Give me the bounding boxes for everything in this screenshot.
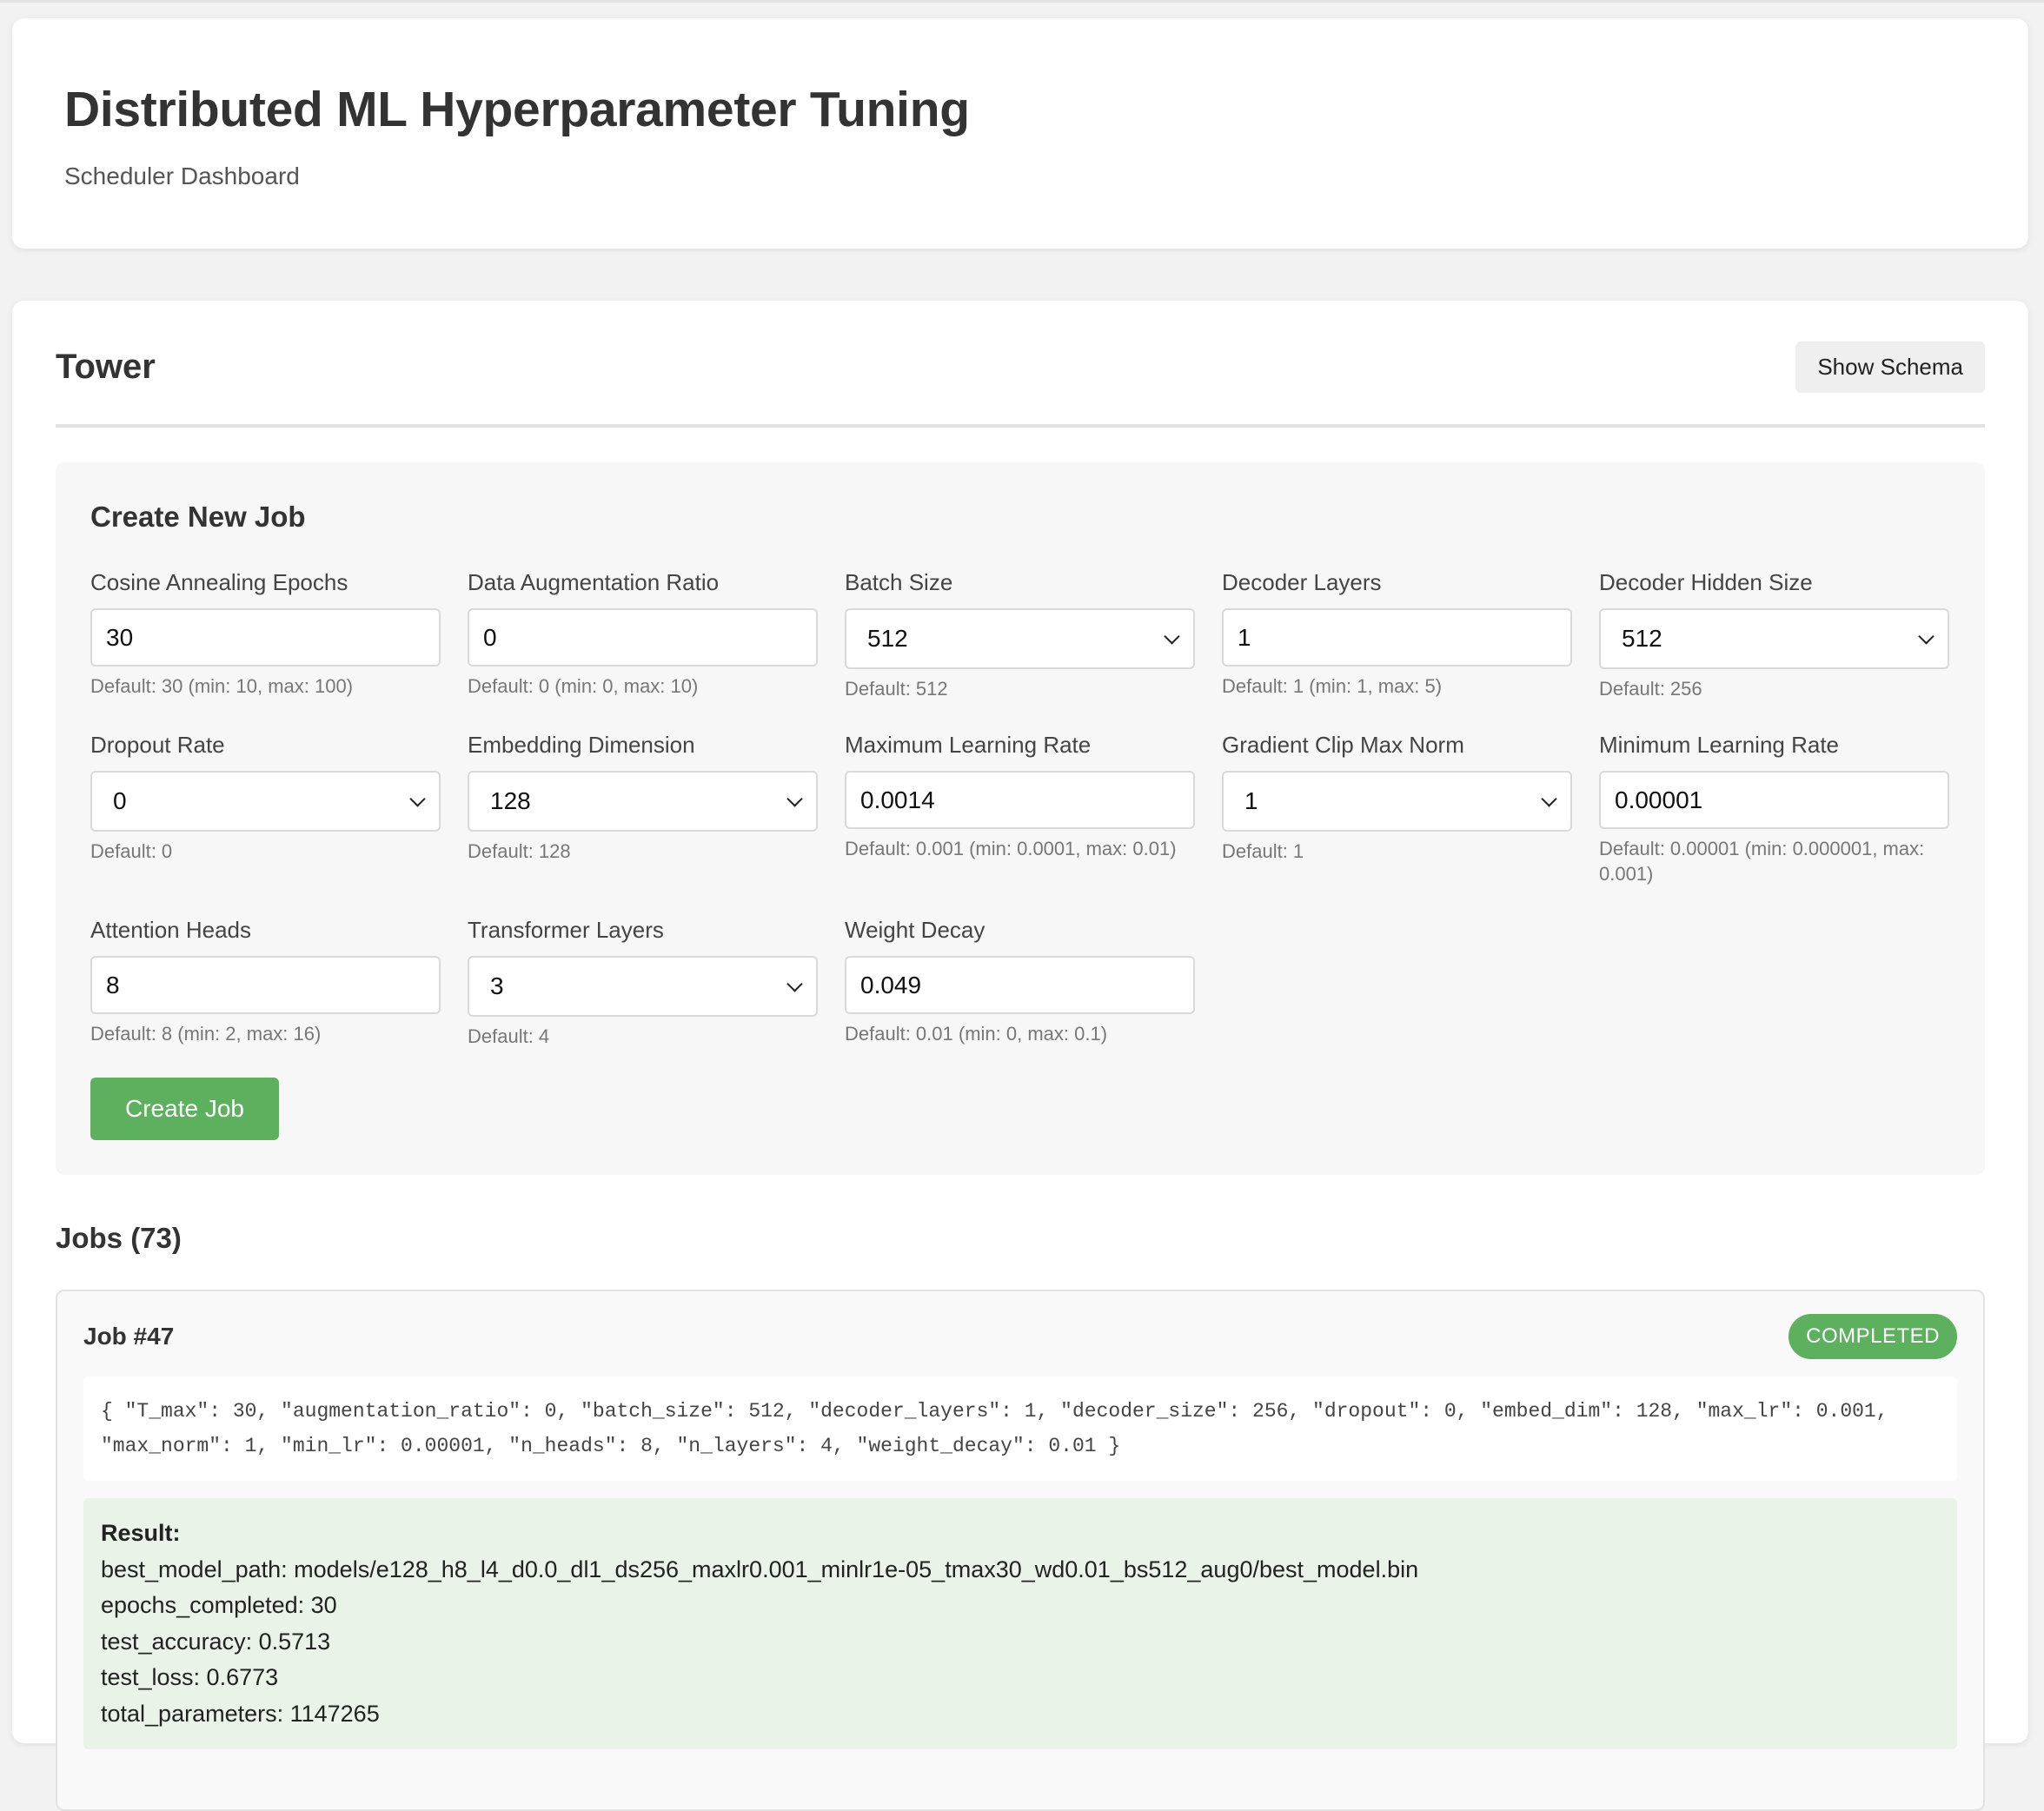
field-label: Weight Decay bbox=[845, 917, 986, 943]
field-value: 0.0014 bbox=[860, 786, 935, 813]
field-label: Attention Heads bbox=[90, 917, 252, 943]
field-hint: Default: 1 bbox=[1222, 840, 1304, 862]
top-border bbox=[0, 0, 2044, 3]
form-fields-grid: Cosine Annealing Epochs 30 Default: 30 (mi… bbox=[90, 567, 1950, 1062]
field-minimum-learning-rate: Minimum Learning Rate 0.00001 Default: 0.0… bbox=[1599, 729, 1949, 914]
chevron-down-icon bbox=[786, 791, 803, 807]
field-dropout-rate: Dropout Rate 0 Default: 0 bbox=[90, 729, 441, 914]
field-decoder-hidden-size: Decoder Hidden Size 512 Default: 256 bbox=[1599, 567, 1949, 729]
field-value: 8 bbox=[106, 971, 120, 998]
field-hint: Default: 0 (min: 0, max: 10) bbox=[468, 675, 699, 697]
result-line: best_model_path: models/e128_h8_l4_d0.0_… bbox=[101, 1556, 1419, 1582]
job-card: Job #47 COMPLETED { "T_max": 30, "augmen… bbox=[56, 1290, 1985, 1811]
field-value: 512 bbox=[1622, 625, 1662, 652]
field-value: 0.049 bbox=[860, 971, 922, 998]
field-label: Embedding Dimension bbox=[468, 732, 695, 758]
field-hint: Default: 4 bbox=[468, 1025, 550, 1047]
field-attention-heads: Attention Heads 8 Default: 8 (min: 2, max:… bbox=[90, 914, 441, 1062]
weight-decay-input[interactable]: 0.049 bbox=[845, 956, 1195, 1014]
embedding-dimension-select[interactable]: 128 bbox=[468, 771, 818, 832]
field-cosine-annealing-epochs: Cosine Annealing Epochs 30 Default: 30 (mi… bbox=[90, 567, 441, 729]
field-embedding-dimension: Embedding Dimension 128 Default: 128 bbox=[468, 729, 818, 914]
field-gradient-clip-max-norm: Gradient Clip Max Norm 1 Default: 1 bbox=[1222, 729, 1572, 914]
jobs-heading: Jobs (73) bbox=[56, 1222, 182, 1254]
field-data-augmentation-ratio: Data Augmentation Ratio 0 Default: 0 (min:… bbox=[468, 567, 818, 729]
field-hint: Default: 0 bbox=[90, 840, 173, 862]
field-maximum-learning-rate: Maximum Learning Rate 0.0014 Default: 0.00… bbox=[845, 729, 1195, 914]
field-label: Gradient Clip Max Norm bbox=[1222, 732, 1464, 758]
field-label: Minimum Learning Rate bbox=[1599, 732, 1840, 758]
job-title: Job #47 bbox=[83, 1323, 175, 1350]
field-label: Maximum Learning Rate bbox=[845, 732, 1092, 758]
result-line: test_accuracy: 0.5713 bbox=[101, 1628, 331, 1655]
maximum-learning-rate-input[interactable]: 0.0014 bbox=[845, 771, 1195, 829]
field-label: Dropout Rate bbox=[90, 732, 225, 758]
field-batch-size: Batch Size 512 Default: 512 bbox=[845, 567, 1195, 729]
chevron-down-icon bbox=[409, 791, 426, 807]
field-value: 512 bbox=[867, 625, 908, 652]
field-hint: Default: 30 (min: 10, max: 100) bbox=[90, 675, 354, 697]
chevron-down-icon bbox=[1918, 628, 1934, 645]
field-transformer-layers: Transformer Layers 3 Default: 4 bbox=[468, 914, 818, 1062]
field-hint: Default: 8 (min: 2, max: 16) bbox=[90, 1023, 322, 1045]
field-label: Cosine Annealing Epochs bbox=[90, 569, 348, 595]
field-value: 0 bbox=[483, 623, 497, 651]
field-label: Batch Size bbox=[845, 569, 953, 595]
field-label: Decoder Hidden Size bbox=[1599, 569, 1813, 595]
batch-size-select[interactable]: 512 bbox=[845, 608, 1195, 669]
field-hint: Default: 128 bbox=[468, 840, 571, 862]
gradient-clip-max-norm-select[interactable]: 1 bbox=[1222, 771, 1572, 832]
job-params: { "T_max": 30, "augmentation_ratio": 0, … bbox=[83, 1376, 1957, 1481]
result-line: total_parameters: 1147265 bbox=[101, 1700, 380, 1727]
page-title: Distributed ML Hyperparameter Tuning bbox=[64, 82, 970, 137]
chevron-down-icon bbox=[1541, 791, 1557, 807]
form-title: Create New Job bbox=[90, 501, 306, 533]
field-label: Decoder Layers bbox=[1222, 569, 1382, 595]
dropout-rate-select[interactable]: 0 bbox=[90, 771, 441, 832]
field-hint: Default: 0.00001 (min: 0.000001, max: 0.… bbox=[1599, 838, 1925, 885]
field-label: Data Augmentation Ratio bbox=[468, 569, 720, 595]
field-value: 128 bbox=[490, 787, 531, 814]
chevron-down-icon bbox=[1164, 628, 1180, 645]
field-value: 3 bbox=[490, 972, 504, 999]
field-value: 1 bbox=[1244, 787, 1258, 814]
field-weight-decay: Weight Decay 0.049 Default: 0.01 (min: 0, … bbox=[845, 914, 1195, 1062]
result-title: Result: bbox=[101, 1520, 181, 1546]
transformer-layers-select[interactable]: 3 bbox=[468, 956, 818, 1017]
result-line: test_loss: 0.6773 bbox=[101, 1664, 279, 1690]
field-value: 0 bbox=[113, 787, 127, 814]
section-header: Tower Show Schema bbox=[56, 301, 1985, 428]
cosine-annealing-epochs-input[interactable]: 30 bbox=[90, 608, 441, 667]
header-card: Distributed ML Hyperparameter Tuning Sch… bbox=[12, 18, 2028, 249]
result-line: epochs_completed: 30 bbox=[101, 1592, 337, 1618]
status-badge: COMPLETED bbox=[1788, 1314, 1957, 1359]
page-subtitle: Scheduler Dashboard bbox=[64, 163, 300, 189]
decoder-layers-input[interactable]: 1 bbox=[1222, 608, 1572, 667]
minimum-learning-rate-input[interactable]: 0.00001 bbox=[1599, 771, 1949, 829]
attention-heads-input[interactable]: 8 bbox=[90, 956, 441, 1014]
show-schema-button[interactable]: Show Schema bbox=[1795, 341, 1985, 393]
field-decoder-layers: Decoder Layers 1 Default: 1 (min: 1, max: … bbox=[1222, 567, 1572, 729]
field-value: 1 bbox=[1238, 623, 1251, 651]
data-augmentation-ratio-input[interactable]: 0 bbox=[468, 608, 818, 667]
field-label: Transformer Layers bbox=[468, 917, 664, 943]
section-title: Tower bbox=[56, 347, 156, 386]
decoder-hidden-size-select[interactable]: 512 bbox=[1599, 608, 1949, 669]
create-job-button[interactable]: Create Job bbox=[90, 1078, 279, 1140]
create-job-form: Create New Job Cosine Annealing Epochs 30… bbox=[56, 462, 1985, 1175]
field-hint: Default: 1 (min: 1, max: 5) bbox=[1222, 675, 1443, 697]
field-hint: Default: 0.01 (min: 0, max: 0.1) bbox=[845, 1023, 1108, 1045]
field-hint: Default: 512 bbox=[845, 678, 948, 700]
job-result: Result: best_model_path: models/e128_h8_… bbox=[83, 1498, 1957, 1749]
chevron-down-icon bbox=[786, 976, 803, 992]
field-value: 30 bbox=[106, 623, 134, 651]
field-hint: Default: 256 bbox=[1599, 678, 1702, 700]
tower-panel: Tower Show Schema Create New Job Cosine … bbox=[12, 301, 2028, 1811]
field-hint: Default: 0.001 (min: 0.0001, max: 0.01) bbox=[845, 838, 1177, 859]
field-value: 0.00001 bbox=[1615, 786, 1703, 813]
job-header: Job #47 COMPLETED bbox=[83, 1314, 1957, 1359]
